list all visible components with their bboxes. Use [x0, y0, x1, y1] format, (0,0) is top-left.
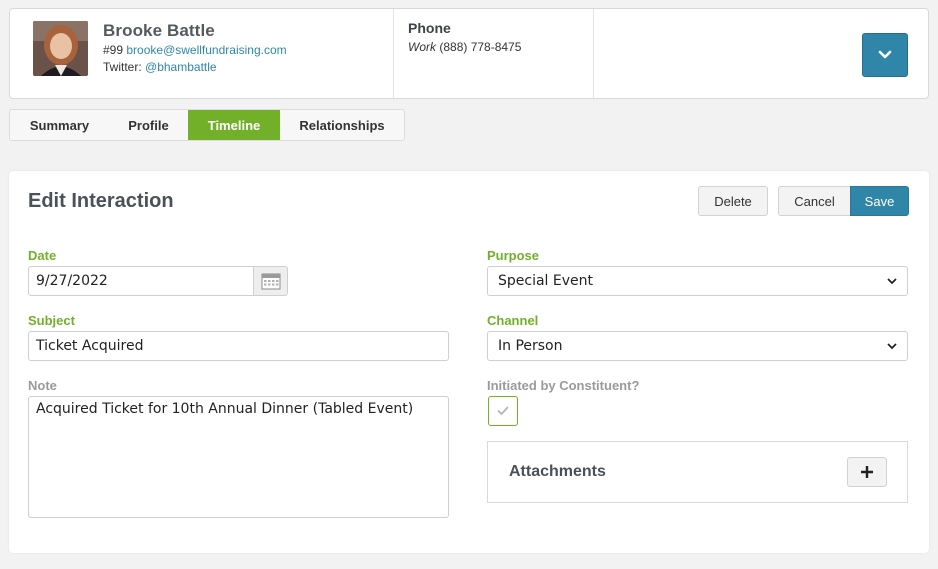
chevron-down-icon	[887, 277, 897, 284]
contact-twitter-line: Twitter: @bhambattle	[103, 60, 217, 74]
calendar-icon	[261, 273, 280, 290]
subject-label: Subject	[28, 313, 75, 328]
tab-summary[interactable]: Summary	[10, 110, 109, 140]
phone-label: Phone	[408, 20, 451, 36]
date-input[interactable]: 9/27/2022	[28, 266, 254, 296]
save-button[interactable]: Save	[850, 186, 909, 216]
header-divider	[593, 9, 594, 98]
calendar-button[interactable]	[253, 266, 288, 296]
purpose-label: Purpose	[487, 248, 540, 263]
avatar	[33, 21, 88, 76]
subject-input[interactable]: Ticket Acquired	[28, 331, 449, 361]
chevron-down-icon	[878, 50, 892, 59]
tab-relationships[interactable]: Relationships	[280, 110, 404, 140]
channel-label: Channel	[487, 313, 539, 328]
check-icon	[497, 406, 509, 415]
contact-tabs: Summary Profile Timeline Relationships	[9, 109, 405, 141]
add-attachment-button[interactable]	[847, 457, 887, 487]
twitter-handle-link[interactable]: @bhambattle	[145, 60, 217, 74]
page-title: Edit Interaction	[28, 190, 174, 212]
header-divider	[393, 9, 394, 98]
expand-header-button[interactable]	[862, 33, 908, 77]
attachments-title: Attachments	[509, 463, 606, 480]
edit-interaction-card: Edit Interaction Delete Cancel Save Date…	[9, 171, 929, 553]
attachments-panel: Attachments	[487, 441, 908, 503]
note-textarea[interactable]: Acquired Ticket for 10th Annual Dinner (…	[28, 396, 449, 518]
tab-timeline[interactable]: Timeline	[188, 110, 280, 140]
contact-email-link[interactable]: brooke@swellfundraising.com	[126, 43, 286, 57]
contact-name: Brooke Battle	[103, 21, 215, 40]
initiated-checkbox[interactable]	[488, 396, 518, 426]
purpose-selected-value: Special Event	[498, 273, 593, 289]
plus-icon	[861, 466, 873, 478]
contact-id: #99	[103, 43, 124, 57]
phone-line: Work (888) 778-8475	[408, 40, 521, 54]
chevron-down-icon	[887, 342, 897, 349]
contact-header-card: Brooke Battle #99 brooke@swellfundraisin…	[9, 8, 929, 99]
cancel-button[interactable]: Cancel	[778, 186, 851, 216]
purpose-select[interactable]: Special Event	[487, 266, 908, 296]
initiated-label: Initiated by Constituent?	[487, 378, 640, 393]
phone-type: Work	[408, 40, 436, 54]
phone-number: (888) 778-8475	[439, 40, 522, 54]
note-label: Note	[28, 378, 57, 393]
date-label: Date	[28, 248, 57, 263]
tab-profile[interactable]: Profile	[109, 110, 188, 140]
channel-selected-value: In Person	[498, 338, 563, 354]
twitter-label: Twitter:	[103, 60, 142, 74]
channel-select[interactable]: In Person	[487, 331, 908, 361]
delete-button[interactable]: Delete	[698, 186, 768, 216]
contact-id-email-line: #99 brooke@swellfundraising.com	[103, 43, 287, 57]
